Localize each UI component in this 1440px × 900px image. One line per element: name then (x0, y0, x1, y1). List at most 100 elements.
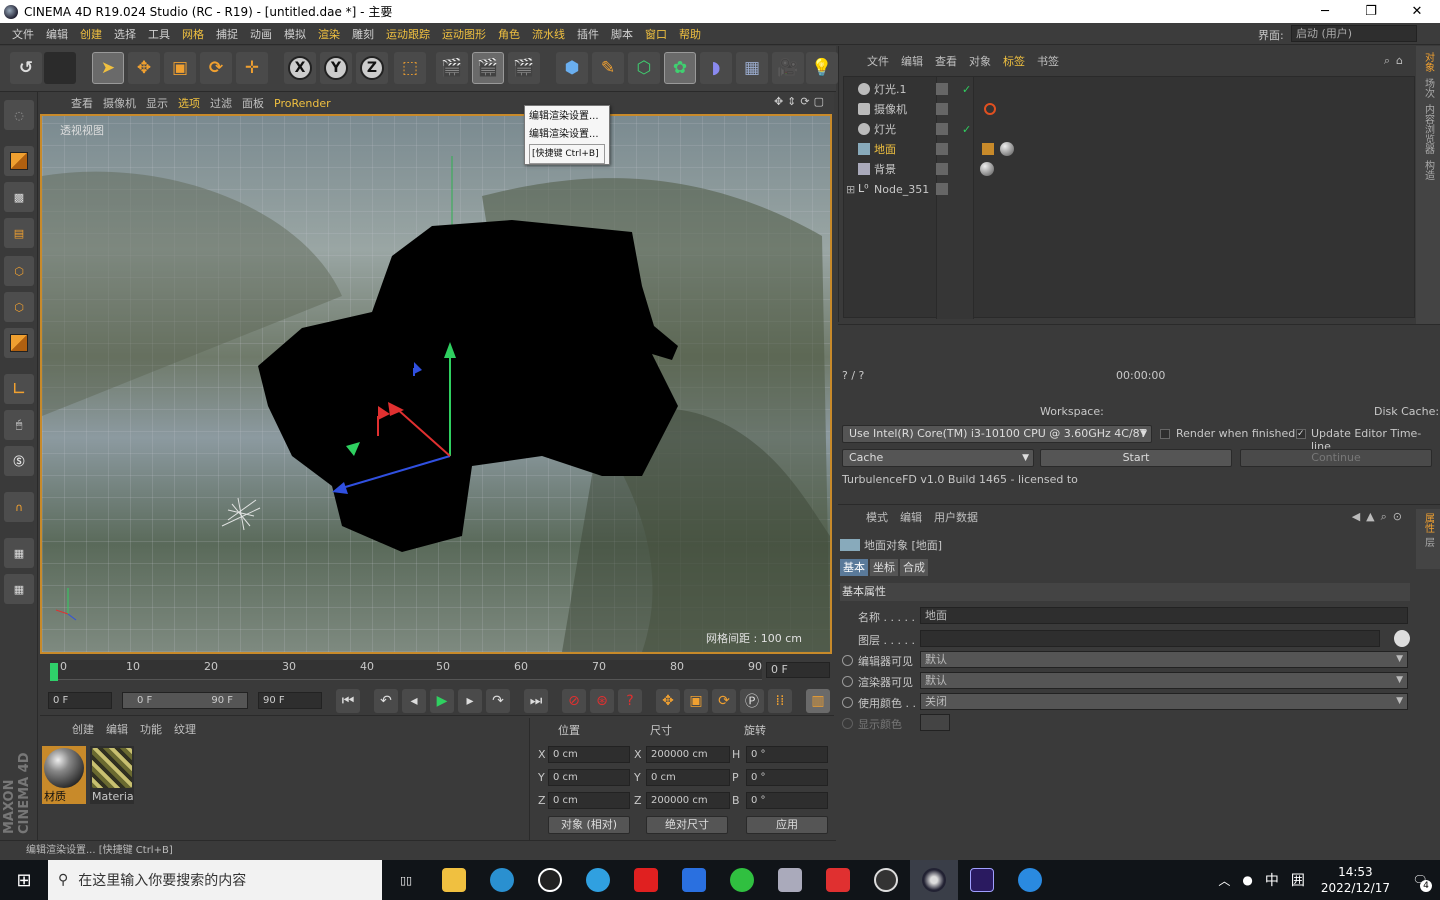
material-menu-create[interactable]: 创建 (66, 721, 100, 737)
taskbar-steam[interactable] (862, 860, 910, 900)
visibility-toggle[interactable] (936, 183, 948, 195)
end-frame-field[interactable]: 90 F (258, 692, 322, 709)
axis-mode-button[interactable]: ∟ (4, 374, 34, 404)
material-swatch[interactable]: Materia (90, 746, 134, 804)
prev-frame-button[interactable]: ◂ (402, 689, 426, 713)
last-tool-button[interactable]: ✛ (236, 52, 268, 84)
taskbar-wechat[interactable] (718, 860, 766, 900)
use-color-dropdown[interactable]: 关闭 ▼ (920, 693, 1408, 710)
material-swatch[interactable]: 材质 (42, 746, 86, 804)
current-frame-field[interactable]: 0 F (766, 662, 830, 678)
redo-button[interactable] (44, 52, 76, 84)
tab-layers[interactable]: 层 (1421, 537, 1436, 547)
viewport-menu-view[interactable]: 查看 (66, 95, 98, 111)
cpu-device-dropdown[interactable]: Use Intel(R) Core(TM) i3-10100 CPU @ 3.6… (842, 425, 1152, 443)
coordinate-system-button[interactable]: ⬚ (394, 52, 426, 84)
menu-motion-tracking[interactable]: 运动跟踪 (380, 26, 436, 42)
timeline-ruler[interactable]: 0 10 20 30 40 50 60 70 80 90 (50, 660, 762, 681)
menu-file[interactable]: 文件 (6, 26, 40, 42)
menu-sculpt[interactable]: 雕刻 (346, 26, 380, 42)
taskbar-hash-app[interactable] (1006, 860, 1054, 900)
material-menu-edit[interactable]: 编辑 (100, 721, 134, 737)
menu-plugins[interactable]: 插件 (571, 26, 605, 42)
menu-render[interactable]: 渲染 (312, 26, 346, 42)
size-x-field[interactable]: 200000 cm (646, 746, 730, 763)
taskbar-monitor-app[interactable] (766, 860, 814, 900)
material-tag-icon[interactable] (982, 143, 994, 155)
enabled-check-icon[interactable]: ✓ (962, 123, 971, 136)
tab-basic[interactable]: 基本 (840, 559, 868, 576)
object-menu-bookmarks[interactable]: 书签 (1031, 53, 1065, 69)
visibility-toggle[interactable] (936, 163, 948, 175)
taskbar-cinema4d[interactable] (910, 860, 958, 900)
animate-radio[interactable] (842, 697, 853, 708)
layout-select[interactable]: 启动 (用户) (1291, 25, 1417, 42)
size-z-field[interactable]: 200000 cm (646, 792, 730, 809)
snap-button[interactable]: Ⓢ (4, 446, 34, 476)
position-y-field[interactable]: 0 cm (548, 769, 630, 786)
attr-menu-mode[interactable]: 模式 (860, 509, 894, 525)
display-color-swatch[interactable] (920, 714, 950, 731)
undo-button[interactable]: ↺ (10, 52, 42, 84)
playhead-marker[interactable] (50, 663, 58, 681)
next-frame-button[interactable]: ▸ (458, 689, 482, 713)
key-scale-button[interactable]: ▣ (684, 689, 708, 713)
position-z-field[interactable]: 0 cm (548, 792, 630, 809)
cloner-button[interactable]: ✿ (664, 52, 696, 84)
move-tool-button[interactable]: ✥ (128, 52, 160, 84)
material-sphere-tag-icon[interactable] (1000, 142, 1014, 156)
size-y-field[interactable]: 0 cm (646, 769, 730, 786)
key-rotation-button[interactable]: ⟳ (712, 689, 736, 713)
taskbar-search[interactable]: ⚲ 在这里输入你要搜索的内容 (48, 860, 382, 900)
z-axis-button[interactable]: Z (356, 52, 388, 84)
task-view-button[interactable]: ▯▯ (382, 860, 430, 900)
menu-animate[interactable]: 动画 (244, 26, 278, 42)
key-parameter-button[interactable]: Ⓟ (740, 689, 764, 713)
deformer-button[interactable]: ◗ (700, 52, 732, 84)
taskbar-edge[interactable] (478, 860, 526, 900)
menu-tools[interactable]: 工具 (142, 26, 176, 42)
tab-attributes[interactable]: 属性 (1421, 513, 1436, 533)
x-axis-button[interactable]: X (284, 52, 316, 84)
tab-structure[interactable]: 构造 (1421, 160, 1436, 180)
animate-radio[interactable] (842, 676, 853, 687)
tweak-mode-button[interactable]: 🖱 (4, 410, 34, 440)
goto-start-button[interactable]: ⏮ (336, 689, 360, 713)
cache-dropdown[interactable]: Cache ▼ (842, 449, 1034, 467)
menu-create[interactable]: 创建 (74, 26, 108, 42)
key-position-button[interactable]: ✥ (656, 689, 680, 713)
visibility-toggle[interactable] (936, 123, 948, 135)
prev-key-button[interactable]: ↶ (374, 689, 398, 713)
protection-tag-icon[interactable] (984, 103, 996, 115)
workplane-mode-button[interactable]: ▤ (4, 218, 34, 248)
workplane-grid-button[interactable]: ▦ (4, 538, 34, 568)
next-key-button[interactable]: ↷ (486, 689, 510, 713)
camera-button[interactable]: 🎥 (772, 52, 804, 84)
viewport-menu-prorender[interactable]: ProRender (269, 97, 336, 110)
rotation-p-field[interactable]: 0 ° (746, 769, 828, 786)
start-frame-field[interactable]: 0 F (48, 692, 112, 709)
play-button[interactable]: ▶ (430, 689, 454, 713)
size-mode-dropdown[interactable]: 绝对尺寸 (646, 816, 728, 834)
tab-content-browser[interactable]: 内容浏览器 (1421, 104, 1436, 154)
subdivision-button[interactable]: ⬡ (628, 52, 660, 84)
clock[interactable]: 14:53 2022/12/17 (1311, 864, 1400, 896)
start-button[interactable]: ⊞ (0, 860, 48, 900)
preview-range-slider[interactable]: 0 F 90 F (122, 692, 248, 709)
editor-visible-dropdown[interactable]: 默认 ▼ (920, 651, 1408, 668)
scale-tool-button[interactable]: ▣ (164, 52, 196, 84)
object-row[interactable]: 背景 (844, 159, 1416, 179)
cube-object-button[interactable]: ⬢ (556, 52, 588, 84)
menu-pipeline[interactable]: 流水线 (526, 26, 571, 42)
menu-select[interactable]: 选择 (108, 26, 142, 42)
polygons-mode-button[interactable] (4, 328, 34, 358)
notification-center-button[interactable]: 🗨 4 (1400, 860, 1440, 900)
object-menu-objects[interactable]: 对象 (963, 53, 997, 69)
menu-simulate[interactable]: 模拟 (278, 26, 312, 42)
material-menu-function[interactable]: 功能 (134, 721, 168, 737)
autokey-button[interactable]: ⊛ (590, 689, 614, 713)
menu-character[interactable]: 角色 (492, 26, 526, 42)
ime-indicator[interactable]: 中 (1259, 870, 1285, 890)
section-header[interactable]: 基本属性 (840, 583, 1410, 601)
object-menu-view[interactable]: 查看 (929, 53, 963, 69)
